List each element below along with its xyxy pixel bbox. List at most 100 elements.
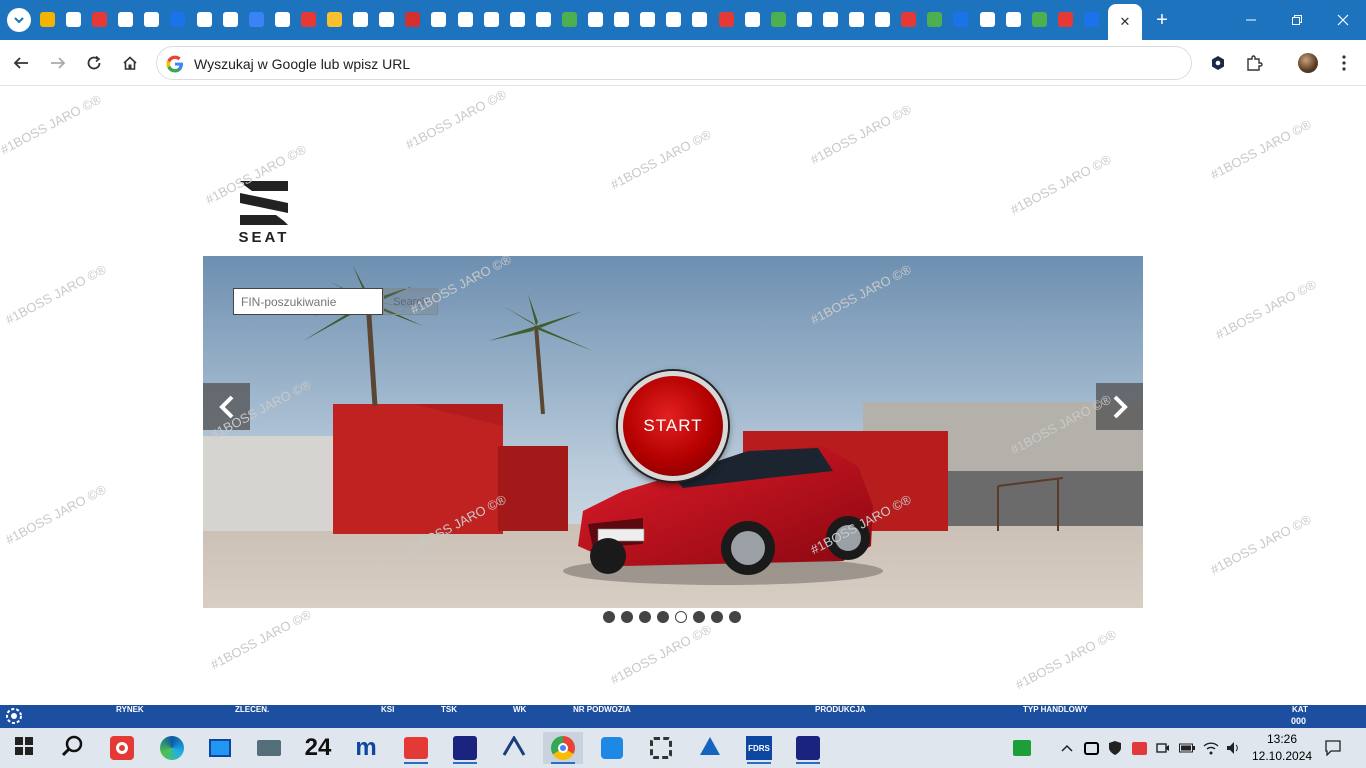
tab-favicon-icon[interactable] <box>823 12 838 27</box>
taskbar-search-button[interactable] <box>52 732 92 764</box>
tab-favicon-icon[interactable] <box>275 12 290 27</box>
tab-favicon-icon[interactable] <box>588 12 603 27</box>
tab-favicon-icon[interactable] <box>431 12 446 27</box>
tab-favicon-icon[interactable] <box>249 12 264 27</box>
taskbar-app-gear-button[interactable] <box>641 732 681 764</box>
taskbar-app-triangle-button[interactable] <box>494 732 534 764</box>
close-window-button[interactable] <box>1320 0 1366 40</box>
notifications-button[interactable] <box>1324 739 1342 757</box>
tray-overflow-button[interactable] <box>1058 739 1076 757</box>
tray-red-app[interactable] <box>1130 739 1148 757</box>
tab-favicon-icon[interactable] <box>640 12 655 27</box>
carousel-dot-5[interactable] <box>675 611 687 623</box>
tab-favicon-icon[interactable] <box>484 12 499 27</box>
tab-favicon-icon[interactable] <box>980 12 995 27</box>
taskbar-app-red-arrow-button[interactable] <box>396 732 436 764</box>
taskbar-app-fdrs-button[interactable]: FDRS <box>739 732 779 764</box>
tab-favicon-icon[interactable] <box>692 12 707 27</box>
minimize-button[interactable] <box>1228 0 1274 40</box>
taskbar-app-monitor-button[interactable] <box>200 732 240 764</box>
taskbar-app-laptop-button[interactable] <box>249 732 289 764</box>
menu-button[interactable] <box>1333 52 1355 74</box>
tab-favicon-icon[interactable] <box>458 12 473 27</box>
carousel-prev-button[interactable] <box>203 383 250 430</box>
taskbar-app-m-button[interactable]: m <box>346 732 386 764</box>
new-tab-button[interactable]: + <box>1152 10 1172 30</box>
tab-favicon-icon[interactable] <box>118 12 133 27</box>
tray-volume[interactable] <box>1225 739 1243 757</box>
taskbar-windows-start-button[interactable] <box>4 732 44 764</box>
fin-search-input[interactable] <box>233 288 383 315</box>
extension-button[interactable] <box>1207 52 1229 74</box>
tab-favicon-icon[interactable] <box>405 12 420 27</box>
carousel-dot-3[interactable] <box>639 611 651 623</box>
tab-search-button[interactable] <box>7 8 31 32</box>
tab-favicon-icon[interactable] <box>1006 12 1021 27</box>
carousel-dot-4[interactable] <box>657 611 669 623</box>
carousel-dot-8[interactable] <box>729 611 741 623</box>
tab-favicon-icon[interactable] <box>327 12 342 27</box>
back-button[interactable] <box>9 51 33 75</box>
home-button[interactable] <box>118 51 142 75</box>
taskbar-chrome-button[interactable] <box>543 732 583 764</box>
carousel-dot-7[interactable] <box>711 611 723 623</box>
tab-favicons[interactable] <box>36 0 1106 40</box>
taskbar-app-red-circle-button[interactable] <box>102 732 142 764</box>
tab-favicon-icon[interactable] <box>797 12 812 27</box>
tab-favicon-icon[interactable] <box>197 12 212 27</box>
tray-meet[interactable] <box>1154 739 1172 757</box>
taskbar-app-a-button[interactable] <box>690 732 730 764</box>
tab-favicon-icon[interactable] <box>745 12 760 27</box>
carousel-dot-6[interactable] <box>693 611 705 623</box>
omnibox[interactable]: Wyszukaj w Google lub wpisz URL <box>156 46 1192 80</box>
carousel-dot-2[interactable] <box>621 611 633 623</box>
extensions-button[interactable] <box>1243 52 1265 74</box>
taskbar-clock[interactable]: 13:26 12.10.2024 <box>1252 731 1312 765</box>
tab-favicon-icon[interactable] <box>875 12 890 27</box>
tab-favicon-icon[interactable] <box>170 12 185 27</box>
carousel-next-button[interactable] <box>1096 383 1143 430</box>
tab-favicon-icon[interactable] <box>353 12 368 27</box>
tab-favicon-icon[interactable] <box>66 12 81 27</box>
tray-battery[interactable] <box>1178 739 1196 757</box>
tab-favicon-icon[interactable] <box>562 12 577 27</box>
tab-favicon-icon[interactable] <box>1058 12 1073 27</box>
watermark-text: #1BOSS JARO ©® <box>1208 116 1314 183</box>
tab-favicon-icon[interactable] <box>223 12 238 27</box>
taskbar-app-24-button[interactable]: 24 <box>298 732 338 764</box>
tab-favicon-icon[interactable] <box>901 12 916 27</box>
tab-favicon-icon[interactable] <box>1032 12 1047 27</box>
start-button[interactable]: START <box>618 371 728 481</box>
tab-favicon-icon[interactable] <box>1084 12 1099 27</box>
tab-favicon-icon[interactable] <box>510 12 525 27</box>
tab-favicon-icon[interactable] <box>927 12 942 27</box>
taskbar-edge-button[interactable] <box>152 732 192 764</box>
tray-security[interactable] <box>1106 739 1124 757</box>
tab-favicon-icon[interactable] <box>301 12 316 27</box>
carousel-dot-1[interactable] <box>603 611 615 623</box>
reload-button[interactable] <box>82 51 106 75</box>
tab-favicon-icon[interactable] <box>666 12 681 27</box>
search-button[interactable]: Search <box>383 288 438 315</box>
tab-favicon-icon[interactable] <box>536 12 551 27</box>
tab-favicon-icon[interactable] <box>614 12 629 27</box>
tab-favicon-icon[interactable] <box>144 12 159 27</box>
restore-button[interactable] <box>1274 0 1320 40</box>
tab-favicon-icon[interactable] <box>849 12 864 27</box>
forward-button[interactable] <box>46 51 70 75</box>
tab-favicon-icon[interactable] <box>40 12 55 27</box>
tab-favicon-icon[interactable] <box>953 12 968 27</box>
tab-favicon-icon[interactable] <box>771 12 786 27</box>
tray-wifi[interactable] <box>1202 739 1220 757</box>
active-tab[interactable]: ✕ <box>1108 4 1142 40</box>
close-tab-icon[interactable]: ✕ <box>1120 14 1131 30</box>
tab-favicon-icon[interactable] <box>92 12 107 27</box>
tab-favicon-icon[interactable] <box>719 12 734 27</box>
taskbar-app-odis-button[interactable] <box>445 732 485 764</box>
taskbar-app-odis2-button[interactable] <box>788 732 828 764</box>
tray-app-green[interactable] <box>1013 739 1031 757</box>
tab-favicon-icon[interactable] <box>379 12 394 27</box>
profile-button[interactable] <box>1297 52 1319 74</box>
tray-teamviewer[interactable] <box>1082 739 1100 757</box>
taskbar-app-remote-button[interactable] <box>592 732 632 764</box>
